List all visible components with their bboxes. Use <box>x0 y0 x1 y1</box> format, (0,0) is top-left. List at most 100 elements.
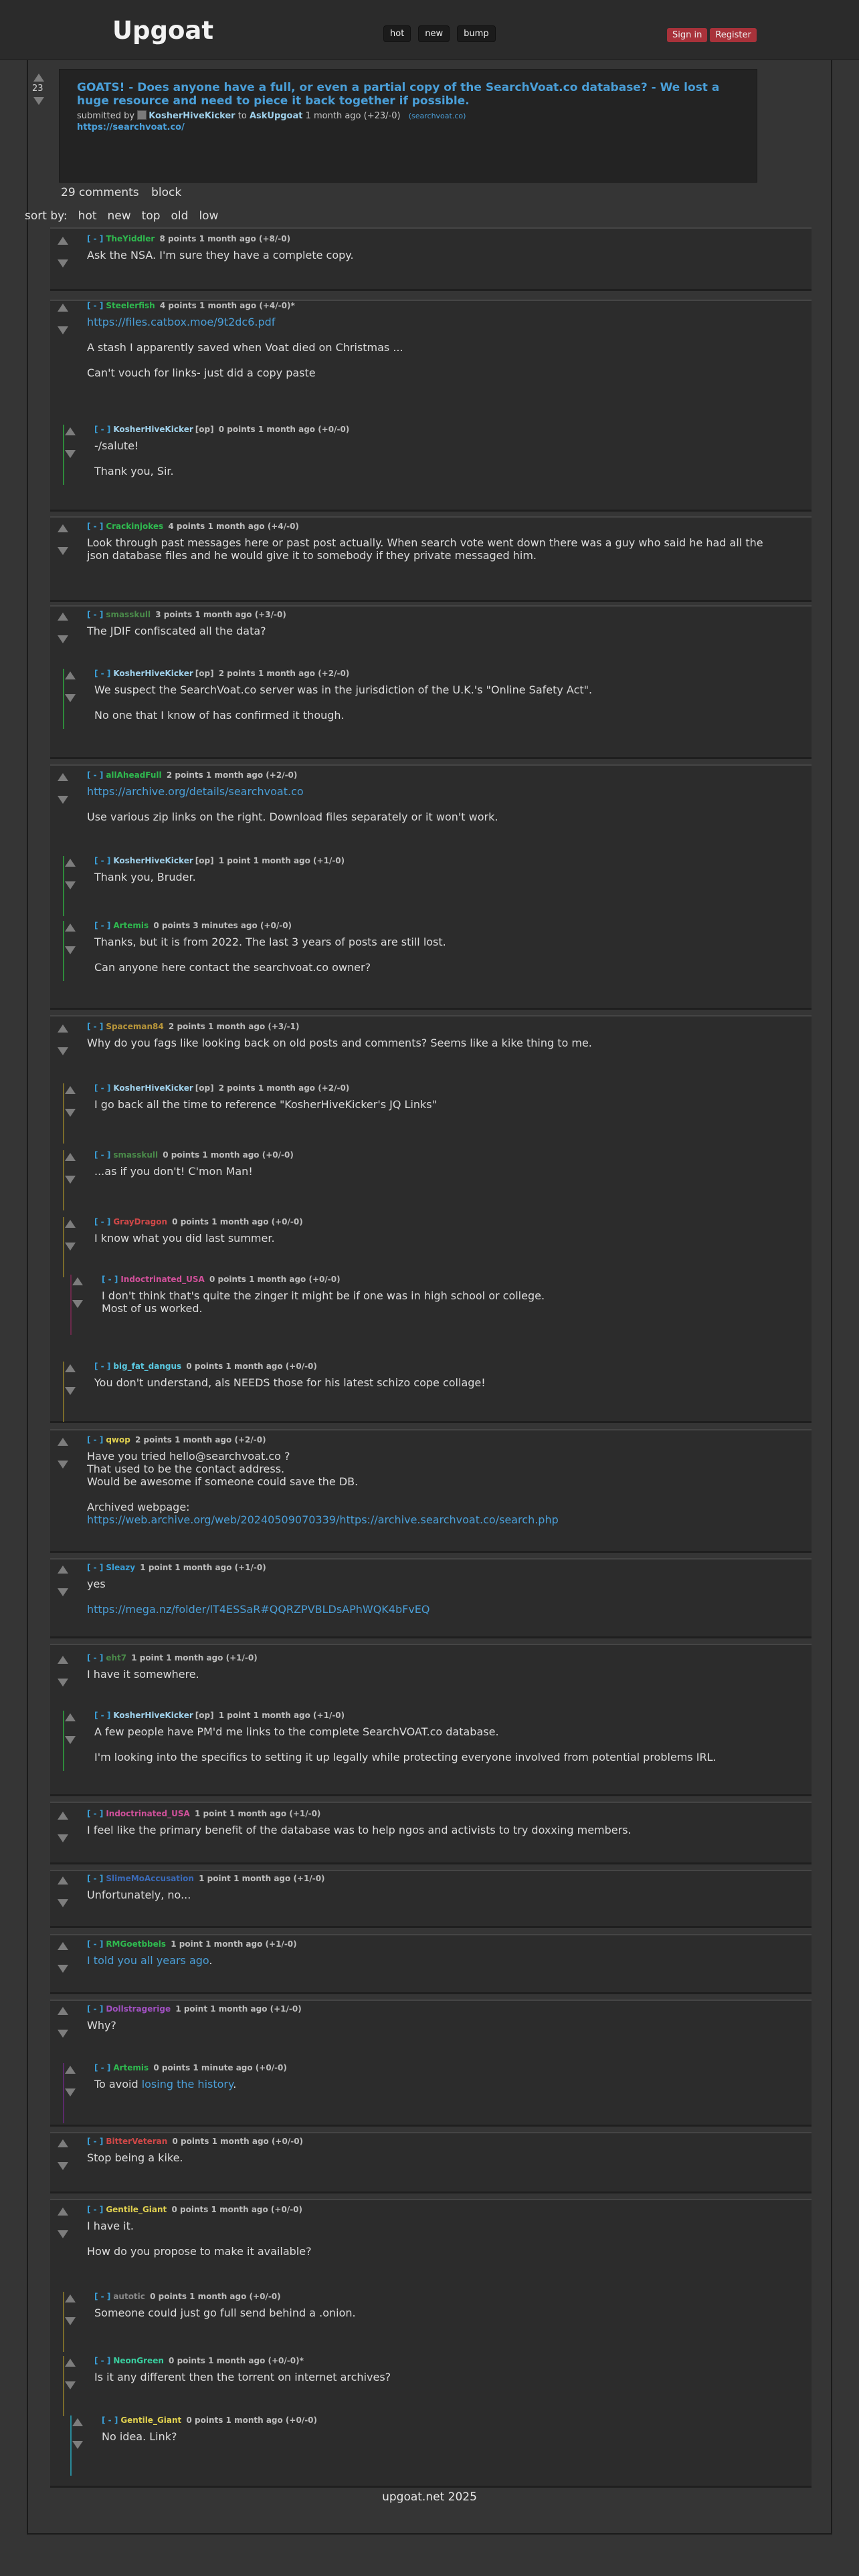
collapse-toggle[interactable]: [ - ] <box>94 2063 110 2072</box>
comment-author[interactable]: eht7 <box>106 1653 126 1662</box>
downvote-arrow-icon[interactable] <box>65 694 76 702</box>
upvote-arrow-icon[interactable] <box>58 773 68 781</box>
post-title[interactable]: GOATS! - Does anyone have a full, or eve… <box>77 81 733 108</box>
comment-author[interactable]: Artemis <box>113 921 149 930</box>
upvote-arrow-icon[interactable] <box>33 74 44 82</box>
collapse-toggle[interactable]: [ - ] <box>94 1083 110 1093</box>
collapse-toggle[interactable]: [ - ] <box>94 1362 110 1371</box>
comment-author[interactable]: KosherHiveKicker <box>113 425 193 434</box>
comment-link[interactable]: losing the history <box>142 2078 233 2090</box>
collapse-toggle[interactable]: [ - ] <box>87 1874 103 1883</box>
comment-author[interactable]: GrayDragon <box>113 1217 167 1226</box>
downvote-arrow-icon[interactable] <box>58 547 68 555</box>
comment-author[interactable]: SlimeMoAccusation <box>106 1874 194 1883</box>
upvote-arrow-icon[interactable] <box>65 1086 76 1094</box>
comment-author[interactable]: KosherHiveKicker <box>113 1083 193 1093</box>
sign-in-button[interactable]: Sign in <box>667 28 708 42</box>
upvote-arrow-icon[interactable] <box>58 2208 68 2216</box>
comment-author[interactable]: Spaceman84 <box>106 1022 163 1031</box>
collapse-toggle[interactable]: [ - ] <box>87 2137 103 2146</box>
post-author[interactable]: KosherHiveKicker <box>149 111 235 121</box>
comment-author[interactable]: Indoctrinated_USA <box>106 1809 190 1818</box>
collapse-toggle[interactable]: [ - ] <box>87 610 103 619</box>
upvote-arrow-icon[interactable] <box>65 1364 76 1372</box>
comment-author[interactable]: Crackinjokes <box>106 522 163 531</box>
upvote-arrow-icon[interactable] <box>65 2294 76 2302</box>
downvote-arrow-icon[interactable] <box>33 97 44 105</box>
collapse-toggle[interactable]: [ - ] <box>87 1809 103 1818</box>
downvote-arrow-icon[interactable] <box>65 946 76 954</box>
upvote-arrow-icon[interactable] <box>58 1812 68 1820</box>
collapse-toggle[interactable]: [ - ] <box>94 2292 110 2301</box>
collapse-toggle[interactable]: [ - ] <box>94 921 110 930</box>
downvote-arrow-icon[interactable] <box>58 1047 68 1055</box>
comment-author[interactable]: smasskull <box>106 610 151 619</box>
upvote-arrow-icon[interactable] <box>65 2066 76 2074</box>
nav-bump-button[interactable]: bump <box>457 25 496 42</box>
collapse-toggle[interactable]: [ - ] <box>94 2356 110 2365</box>
downvote-arrow-icon[interactable] <box>65 2317 76 2325</box>
upvote-arrow-icon[interactable] <box>65 1220 76 1228</box>
upvote-arrow-icon[interactable] <box>65 671 76 679</box>
comment-author[interactable]: smasskull <box>113 1150 158 1160</box>
downvote-arrow-icon[interactable] <box>65 1243 76 1251</box>
comment-author[interactable]: NeonGreen <box>113 2356 164 2365</box>
comment-link[interactable]: https://files.catbox.moe/9t2dc6.pdf <box>87 316 275 328</box>
nav-new-button[interactable]: new <box>418 25 450 42</box>
upvote-arrow-icon[interactable] <box>58 1566 68 1574</box>
upvote-arrow-icon[interactable] <box>65 859 76 867</box>
downvote-arrow-icon[interactable] <box>58 259 68 267</box>
register-button[interactable]: Register <box>710 28 757 42</box>
collapse-toggle[interactable]: [ - ] <box>102 2416 118 2425</box>
upvote-arrow-icon[interactable] <box>58 524 68 532</box>
collapse-toggle[interactable]: [ - ] <box>87 2004 103 2014</box>
downvote-arrow-icon[interactable] <box>58 1461 68 1469</box>
collapse-toggle[interactable]: [ - ] <box>87 522 103 531</box>
downvote-arrow-icon[interactable] <box>65 450 76 458</box>
downvote-arrow-icon[interactable] <box>65 881 76 889</box>
downvote-arrow-icon[interactable] <box>58 1679 68 1687</box>
collapse-toggle[interactable]: [ - ] <box>87 1022 103 1031</box>
post-link[interactable]: https://searchvoat.co/ <box>77 122 185 132</box>
downvote-arrow-icon[interactable] <box>65 1176 76 1184</box>
upvote-arrow-icon[interactable] <box>72 1277 83 1285</box>
block-link[interactable]: block <box>151 186 181 199</box>
downvote-arrow-icon[interactable] <box>58 635 68 643</box>
collapse-toggle[interactable]: [ - ] <box>87 1563 103 1572</box>
comment-author[interactable]: allAheadFull <box>106 770 161 780</box>
comment-author[interactable]: Gentile_Giant <box>106 2205 167 2214</box>
upvote-arrow-icon[interactable] <box>58 613 68 621</box>
collapse-toggle[interactable]: [ - ] <box>87 1653 103 1662</box>
post-domain[interactable]: (searchvoat.co) <box>409 112 466 120</box>
comment-author[interactable]: qwop <box>106 1435 130 1444</box>
downvote-arrow-icon[interactable] <box>58 1965 68 1973</box>
downvote-arrow-icon[interactable] <box>58 2230 68 2238</box>
comment-author[interactable]: Artemis <box>113 2063 149 2072</box>
downvote-arrow-icon[interactable] <box>58 326 68 334</box>
collapse-toggle[interactable]: [ - ] <box>94 669 110 678</box>
comment-author[interactable]: Steelerfish <box>106 301 155 310</box>
downvote-arrow-icon[interactable] <box>58 1899 68 1907</box>
downvote-arrow-icon[interactable] <box>58 2162 68 2170</box>
comment-author[interactable]: autotic <box>113 2292 145 2301</box>
comment-author[interactable]: KosherHiveKicker <box>113 1711 193 1720</box>
upvote-arrow-icon[interactable] <box>58 1876 68 1885</box>
collapse-toggle[interactable]: [ - ] <box>87 301 103 310</box>
comment-author[interactable]: Dollstragerige <box>106 2004 171 2014</box>
collapse-toggle[interactable]: [ - ] <box>94 1217 110 1226</box>
comment-link[interactable]: https://mega.nz/folder/lT4ESSaR#QQRZPVBL… <box>87 1603 430 1616</box>
downvote-arrow-icon[interactable] <box>58 1588 68 1596</box>
sort-top[interactable]: top <box>142 209 161 223</box>
upvote-arrow-icon[interactable] <box>65 1713 76 1721</box>
post-subverse[interactable]: AskUpgoat <box>250 111 303 121</box>
downvote-arrow-icon[interactable] <box>65 2381 76 2389</box>
comment-author[interactable]: Gentile_Giant <box>120 2416 181 2425</box>
downvote-arrow-icon[interactable] <box>72 2441 83 2449</box>
collapse-toggle[interactable]: [ - ] <box>94 1711 110 1720</box>
collapse-toggle[interactable]: [ - ] <box>87 770 103 780</box>
upvote-arrow-icon[interactable] <box>65 1153 76 1161</box>
downvote-arrow-icon[interactable] <box>65 2088 76 2097</box>
upvote-arrow-icon[interactable] <box>58 2139 68 2147</box>
sort-new[interactable]: new <box>108 209 131 223</box>
downvote-arrow-icon[interactable] <box>65 1109 76 1117</box>
